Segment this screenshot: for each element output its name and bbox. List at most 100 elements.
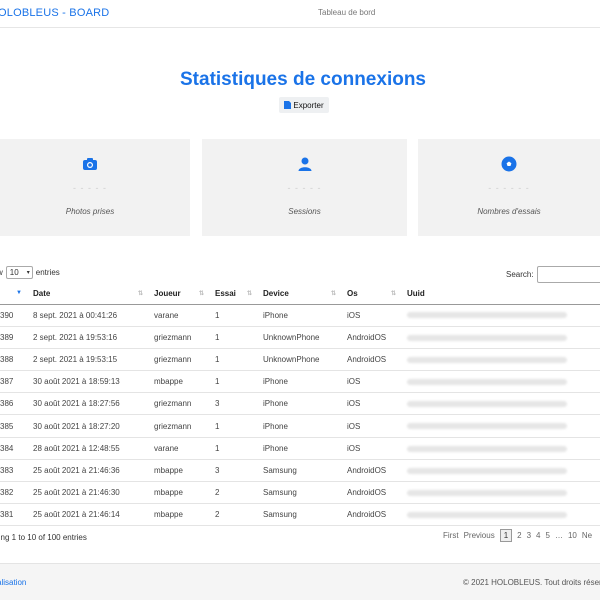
cell-uuid <box>402 326 600 349</box>
card-value: - - - - - <box>73 183 107 193</box>
column-id[interactable]: ▼ <box>0 284 28 305</box>
cell-os: AndroidOS <box>342 348 402 372</box>
cell-essai: 1 <box>210 326 258 349</box>
pager-previous[interactable]: Previous <box>464 531 495 540</box>
card-label: Sessions <box>288 207 321 216</box>
cell-uuid <box>402 414 600 438</box>
cell-date: 2 sept. 2021 à 19:53:16 <box>28 326 149 349</box>
table-row[interactable]: 388 2 sept. 2021 à 19:53:15 griezmann 1 Unkn… <box>0 348 600 372</box>
pager-next[interactable]: Ne <box>582 531 592 540</box>
card-sessions: - - - - - Sessions <box>202 139 407 236</box>
table-row[interactable]: 383 25 août 2021 à 21:46:36 mbappe 3 Samsung… <box>0 459 600 483</box>
pager-page-10[interactable]: 10 <box>568 531 577 540</box>
table-row[interactable]: 381 25 août 2021 à 21:46:14 mbappe 2 Samsung… <box>0 503 600 527</box>
cell-joueur: griezmann <box>149 326 210 349</box>
column-device[interactable]: Device ⇅ <box>258 284 342 305</box>
cell-joueur: mbappe <box>149 503 210 527</box>
cell-date: 2 sept. 2021 à 19:53:15 <box>28 348 149 372</box>
cell-id: 386 <box>0 392 28 416</box>
table-row[interactable]: 385 30 août 2021 à 18:27:20 griezmann 1 iPho… <box>0 414 600 438</box>
connections-table: ▼ Date ⇅ Joueur ⇅ Essai ⇅ Device ⇅ Os ⇅ Uuid … <box>0 284 600 527</box>
column-uuid[interactable]: Uuid <box>402 284 600 305</box>
table-row[interactable]: 389 2 sept. 2021 à 19:53:16 griezmann 1 Unkn… <box>0 326 600 349</box>
file-icon <box>284 101 292 109</box>
cell-date: 28 août 2021 à 12:48:55 <box>28 437 149 460</box>
cell-joueur: mbappe <box>149 481 210 505</box>
card-value: - - - - - - <box>488 183 530 193</box>
cell-essai: 3 <box>210 392 258 416</box>
cell-essai: 1 <box>210 348 258 372</box>
cell-date: 25 août 2021 à 21:46:36 <box>28 459 149 483</box>
cell-os: AndroidOS <box>342 503 402 527</box>
column-date[interactable]: Date ⇅ <box>28 284 149 305</box>
cell-uuid <box>402 459 600 483</box>
card-essais: - - - - - - Nombres d'essais <box>418 139 600 236</box>
cell-os: AndroidOS <box>342 326 402 349</box>
page-length-value: 10 <box>9 268 19 277</box>
cell-uuid <box>402 503 600 527</box>
cell-essai: 2 <box>210 503 258 527</box>
cell-date: 25 août 2021 à 21:46:14 <box>28 503 149 527</box>
cell-os: AndroidOS <box>342 459 402 483</box>
page-length-control: w 10 ▾ entries <box>0 266 60 279</box>
redacted-uuid <box>407 423 567 430</box>
export-button[interactable]: Exporter <box>279 97 329 113</box>
redacted-uuid <box>407 312 567 319</box>
cell-id: 384 <box>0 437 28 460</box>
cell-os: iOS <box>342 392 402 416</box>
brand-link[interactable]: OLOBLEUS - BOARD <box>0 7 109 19</box>
sort-icon: ⇅ <box>198 291 204 297</box>
table-row[interactable]: 386 30 août 2021 à 18:27:56 griezmann 3 iPho… <box>0 392 600 416</box>
pager-page-2[interactable]: 2 <box>517 531 521 540</box>
cell-essai: 1 <box>210 304 258 327</box>
table-row[interactable]: 382 25 août 2021 à 21:46:30 mbappe 2 Samsung… <box>0 481 600 505</box>
column-os[interactable]: Os ⇅ <box>342 284 402 305</box>
column-joueur[interactable]: Joueur ⇅ <box>149 284 210 305</box>
copyright: © 2021 HOLOBLEUS. Tout droits réservé <box>463 578 600 587</box>
redacted-uuid <box>407 401 567 408</box>
sort-icon: ⇅ <box>137 291 143 297</box>
sort-desc-icon: ▼ <box>16 290 22 296</box>
cell-id: 383 <box>0 459 28 483</box>
column-essai[interactable]: Essai ⇅ <box>210 284 258 305</box>
sort-icon: ⇅ <box>330 291 336 297</box>
cell-essai: 1 <box>210 370 258 394</box>
cell-essai: 2 <box>210 481 258 505</box>
table-header-row: ▼ Date ⇅ Joueur ⇅ Essai ⇅ Device ⇅ Os ⇅ Uuid <box>0 284 600 305</box>
cell-joueur: griezmann <box>149 414 210 438</box>
card-label: Nombres d'essais <box>477 207 541 216</box>
cell-joueur: griezmann <box>149 392 210 416</box>
table-row[interactable]: 387 30 août 2021 à 18:59:13 mbappe 1 iPhone i… <box>0 370 600 394</box>
cell-id: 390 <box>0 304 28 327</box>
pager-first[interactable]: First <box>443 531 459 540</box>
cell-device: iPhone <box>258 392 342 416</box>
cell-device: Samsung <box>258 459 342 483</box>
cell-device: Samsung <box>258 481 342 505</box>
redacted-uuid <box>407 467 567 474</box>
cell-device: iPhone <box>258 414 342 438</box>
export-label: Exporter <box>293 100 324 110</box>
cell-id: 381 <box>0 503 28 527</box>
pager-page-4[interactable]: 4 <box>536 531 540 540</box>
cell-date: 25 août 2021 à 21:46:30 <box>28 481 149 505</box>
search-input[interactable] <box>536 266 600 283</box>
navbar: OLOBLEUS - BOARD Tableau de bord <box>0 0 600 28</box>
redacted-uuid <box>407 334 567 341</box>
show-suffix: entries <box>35 268 60 277</box>
camera-icon <box>83 158 97 170</box>
pager-page-3[interactable]: 3 <box>527 531 531 540</box>
card-photos: - - - - - Photos prises <box>0 139 190 236</box>
cell-os: AndroidOS <box>342 481 402 505</box>
cell-uuid <box>402 348 600 372</box>
pager-ellipsis: … <box>554 531 563 540</box>
table-row[interactable]: 390 8 sept. 2021 à 00:41:26 varane 1 iPhone i… <box>0 304 600 327</box>
sort-icon: ⇅ <box>390 291 396 297</box>
footer-link[interactable]: alisation <box>0 578 26 587</box>
nav-dashboard-link[interactable]: Tableau de bord <box>318 8 375 17</box>
cell-os: iOS <box>342 414 402 438</box>
table-row[interactable]: 384 28 août 2021 à 12:48:55 varane 1 iPhone i… <box>0 437 600 460</box>
page-length-select[interactable]: 10 ▾ <box>5 266 33 279</box>
pager-page-5[interactable]: 5 <box>546 531 550 540</box>
pager-page-1[interactable]: 1 <box>499 529 513 542</box>
soccer-ball-icon <box>501 156 517 172</box>
